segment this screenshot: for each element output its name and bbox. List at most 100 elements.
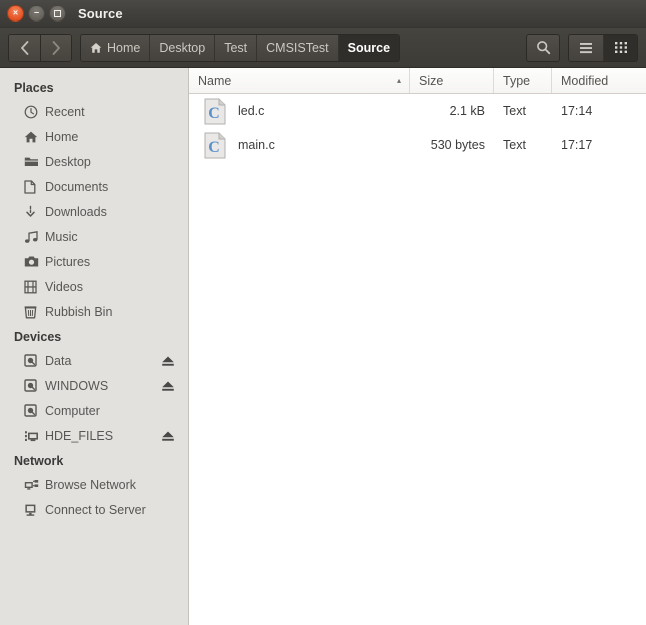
maximize-button[interactable]	[49, 5, 66, 22]
window-controls: × −	[7, 5, 66, 22]
sidebar-item-browse-network[interactable]: Browse Network	[0, 472, 188, 497]
sidebar: Places Recent Home Desktop Documents Dow…	[0, 68, 189, 625]
sidebar-item-music[interactable]: Music	[0, 224, 188, 249]
sidebar-item-recent[interactable]: Recent	[0, 99, 188, 124]
column-label: Name	[198, 73, 232, 88]
search-icon	[536, 41, 550, 55]
file-manager-window: × − Source Home Desktop Test CMSISTest S…	[0, 0, 646, 625]
file-list-pane: Name ▴ Size Type Modified C led.c 2.1 kB…	[189, 68, 646, 625]
sidebar-section-devices: Devices	[14, 330, 62, 344]
c-source-file-icon: C	[203, 132, 227, 159]
film-icon	[24, 280, 41, 294]
document-icon	[24, 179, 41, 194]
sidebar-item-pictures[interactable]: Pictures	[0, 249, 188, 274]
home-icon	[90, 42, 102, 53]
breadcrumb-item-source[interactable]: Source	[337, 34, 400, 61]
sidebar-item-label: Videos	[45, 279, 83, 294]
sidebar-section-places: Places	[14, 81, 54, 95]
column-label: Size	[419, 73, 444, 88]
sidebar-item-downloads[interactable]: Downloads	[0, 199, 188, 224]
breadcrumb: Home Desktop Test CMSISTest Source	[80, 33, 401, 62]
sidebar-item-home[interactable]: Home	[0, 124, 188, 149]
column-label: Type	[503, 73, 531, 88]
minimize-icon: −	[33, 7, 40, 18]
grid-view-button[interactable]	[603, 34, 637, 61]
sidebar-item-label: Connect to Server	[45, 502, 146, 517]
sidebar-item-label: Recent	[45, 104, 85, 119]
file-name: led.c	[238, 104, 265, 118]
column-header-type[interactable]: Type	[494, 68, 552, 93]
breadcrumb-item-home[interactable]: Home	[81, 34, 150, 61]
eject-icon[interactable]	[161, 380, 175, 392]
svg-text:C: C	[208, 105, 220, 122]
trash-icon	[24, 305, 41, 319]
chevron-left-icon	[21, 40, 29, 55]
sidebar-item-label: Browse Network	[45, 477, 136, 492]
drive-icon	[24, 404, 41, 417]
sidebar-item-hde-files[interactable]: HDE_FILES	[0, 423, 188, 448]
file-name: main.c	[238, 138, 275, 152]
file-modified: 17:17	[561, 138, 593, 152]
sidebar-item-windows[interactable]: WINDOWS	[0, 373, 188, 398]
navigation-buttons	[8, 33, 72, 62]
sidebar-item-label: Desktop	[45, 154, 91, 169]
table-row[interactable]: C main.c 530 bytes Text 17:17	[189, 128, 646, 162]
file-size: 2.1 kB	[449, 104, 485, 118]
file-list-header: Name ▴ Size Type Modified	[189, 68, 646, 94]
breadcrumb-item-cmsistest[interactable]: CMSISTest	[256, 34, 338, 61]
sidebar-item-connect-to-server[interactable]: Connect to Server	[0, 497, 188, 522]
window-title: Source	[78, 6, 123, 21]
breadcrumb-item-test[interactable]: Test	[214, 34, 257, 61]
file-size: 530 bytes	[430, 138, 485, 152]
column-header-name[interactable]: Name ▴	[189, 68, 410, 93]
eject-icon[interactable]	[161, 430, 175, 442]
folder-icon	[24, 155, 41, 168]
close-icon: ×	[12, 7, 19, 18]
camera-icon	[24, 255, 41, 268]
sidebar-item-label: Home	[45, 129, 79, 144]
network-icon	[24, 478, 41, 492]
drive-icon	[24, 379, 41, 392]
c-source-file-icon: C	[203, 98, 227, 125]
view-switcher	[568, 33, 638, 62]
search-button[interactable]	[526, 33, 560, 62]
music-note-icon	[24, 230, 41, 244]
sidebar-item-documents[interactable]: Documents	[0, 174, 188, 199]
sidebar-item-label: Computer	[45, 403, 100, 418]
sidebar-item-label: Documents	[45, 179, 109, 194]
file-name-cell: C led.c	[189, 94, 410, 128]
forward-button[interactable]	[40, 34, 71, 61]
chevron-right-icon	[52, 40, 60, 55]
svg-text:C: C	[208, 139, 220, 156]
sidebar-item-label: Pictures	[45, 254, 91, 269]
toolbar: Home Desktop Test CMSISTest Source	[0, 28, 646, 68]
sidebar-item-rubbish-bin[interactable]: Rubbish Bin	[0, 299, 188, 324]
sidebar-item-label: Downloads	[45, 204, 107, 219]
minimize-button[interactable]: −	[28, 5, 45, 22]
eject-icon[interactable]	[161, 355, 175, 367]
breadcrumb-label: CMSISTest	[266, 40, 329, 55]
sidebar-item-label: Music	[45, 229, 78, 244]
file-list-rows: C led.c 2.1 kB Text 17:14 C main.c 530 b…	[189, 94, 646, 625]
column-label: Modified	[561, 73, 609, 88]
grid-view-icon	[614, 42, 627, 53]
sidebar-item-data[interactable]: Data	[0, 348, 188, 373]
breadcrumb-label: Home	[107, 40, 141, 55]
column-header-modified[interactable]: Modified	[552, 68, 646, 93]
file-modified: 17:14	[561, 104, 593, 118]
sidebar-item-label: Data	[45, 353, 72, 368]
sidebar-item-desktop[interactable]: Desktop	[0, 149, 188, 174]
file-type: Text	[503, 104, 526, 118]
close-button[interactable]: ×	[7, 5, 24, 22]
sidebar-item-videos[interactable]: Videos	[0, 274, 188, 299]
sidebar-item-computer[interactable]: Computer	[0, 398, 188, 423]
breadcrumb-label: Desktop	[159, 40, 206, 55]
column-header-size[interactable]: Size	[410, 68, 494, 93]
home-icon	[24, 130, 41, 144]
table-row[interactable]: C led.c 2.1 kB Text 17:14	[189, 94, 646, 128]
breadcrumb-item-desktop[interactable]: Desktop	[149, 34, 215, 61]
back-button[interactable]	[9, 34, 40, 61]
drive-icon	[24, 354, 41, 367]
list-view-button[interactable]	[569, 34, 603, 61]
list-view-icon	[580, 42, 592, 53]
